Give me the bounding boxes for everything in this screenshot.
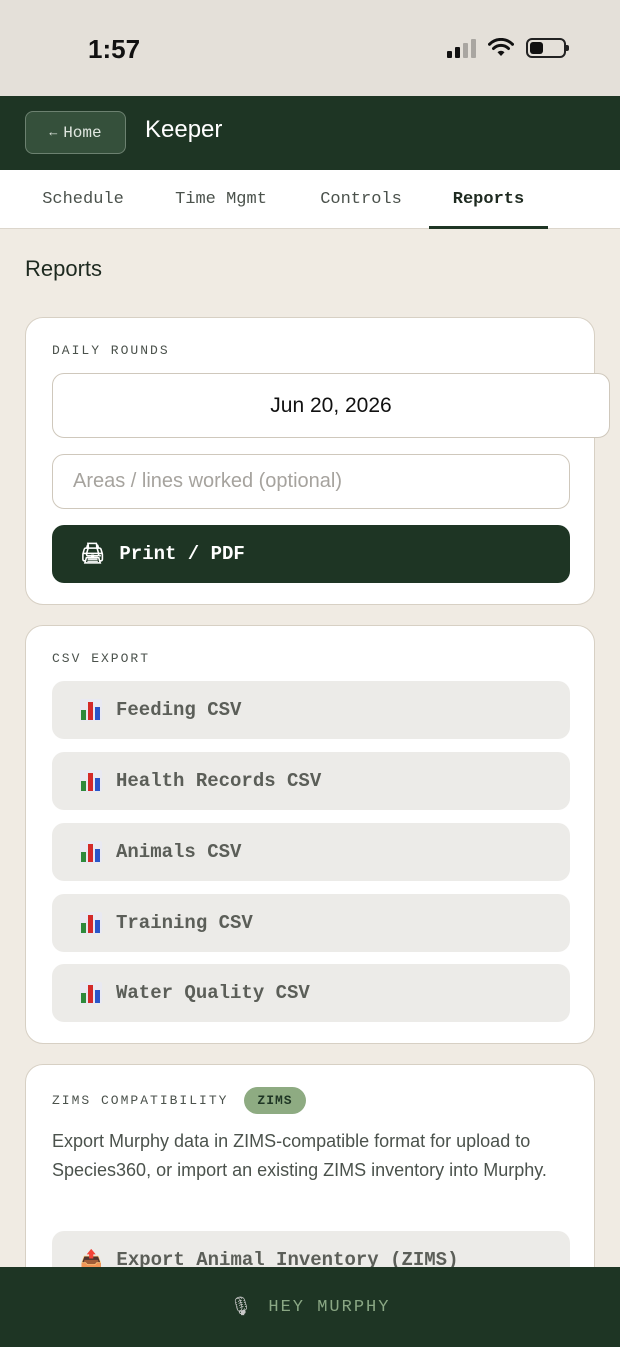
csv-export-card: CSV EXPORT Feeding CSV Health Records CS… <box>25 625 595 1044</box>
health-records-csv-button[interactable]: Health Records CSV <box>52 752 570 810</box>
tab-controls[interactable]: Controls <box>300 170 422 228</box>
back-arrow-icon: ← <box>49 125 58 140</box>
zims-label: ZIMS COMPATIBILITY <box>52 1093 229 1108</box>
home-back-label: Home <box>63 123 102 142</box>
areas-worked-input[interactable] <box>52 454 570 509</box>
feeding-csv-button[interactable]: Feeding CSV <box>52 681 570 739</box>
health-records-csv-label: Health Records CSV <box>116 770 322 792</box>
bar-chart-icon <box>80 912 102 934</box>
status-time: 1:57 <box>88 34 141 64</box>
tab-time-mgmt[interactable]: Time Mgmt <box>160 170 282 228</box>
tab-bar: Schedule Time Mgmt Controls Reports <box>0 170 620 229</box>
top-bar: ← Home Keeper <box>0 96 620 170</box>
zims-description: Export Murphy data in ZIMS-compatible fo… <box>52 1131 547 1180</box>
bar-chart-icon <box>80 982 102 1004</box>
app-title: Keeper <box>145 116 223 143</box>
csv-export-label: CSV EXPORT <box>52 651 151 666</box>
hey-murphy-bar[interactable]: 🎙 HEY MURPHY <box>0 1267 620 1347</box>
daily-rounds-card: DAILY ROUNDS Jun 20, 2026 🖨 Print / PDF <box>25 317 610 605</box>
wifi-icon <box>488 38 514 56</box>
daily-rounds-label: DAILY ROUNDS <box>52 343 170 358</box>
training-csv-label: Training CSV <box>116 912 253 934</box>
hey-murphy-label: HEY MURPHY <box>268 1297 391 1317</box>
date-picker[interactable]: Jun 20, 2026 <box>52 373 610 438</box>
tab-reports[interactable]: Reports <box>429 170 548 229</box>
water-quality-csv-button[interactable]: Water Quality CSV <box>52 964 570 1022</box>
status-icons <box>447 38 569 58</box>
zims-badge: ZIMS <box>244 1087 306 1114</box>
page-title: Reports <box>25 256 103 281</box>
microphone-icon: 🎙 <box>229 1298 255 1318</box>
bar-chart-icon <box>80 841 102 863</box>
animals-csv-button[interactable]: Animals CSV <box>52 823 570 881</box>
bar-chart-icon <box>80 699 102 721</box>
cellular-signal-icon <box>447 38 476 58</box>
battery-icon <box>526 38 569 58</box>
animals-csv-label: Animals CSV <box>116 841 242 863</box>
water-quality-csv-label: Water Quality CSV <box>116 982 310 1004</box>
status-bar: 1:57 <box>0 0 620 96</box>
printer-icon: 🖨 <box>80 544 106 567</box>
print-pdf-button[interactable]: 🖨 Print / PDF <box>52 525 570 583</box>
print-pdf-label: Print / PDF <box>119 543 245 565</box>
bar-chart-icon <box>80 770 102 792</box>
training-csv-button[interactable]: Training CSV <box>52 894 570 952</box>
tab-schedule[interactable]: Schedule <box>22 170 144 228</box>
home-back-button[interactable]: ← Home <box>25 111 126 154</box>
feeding-csv-label: Feeding CSV <box>116 699 242 721</box>
